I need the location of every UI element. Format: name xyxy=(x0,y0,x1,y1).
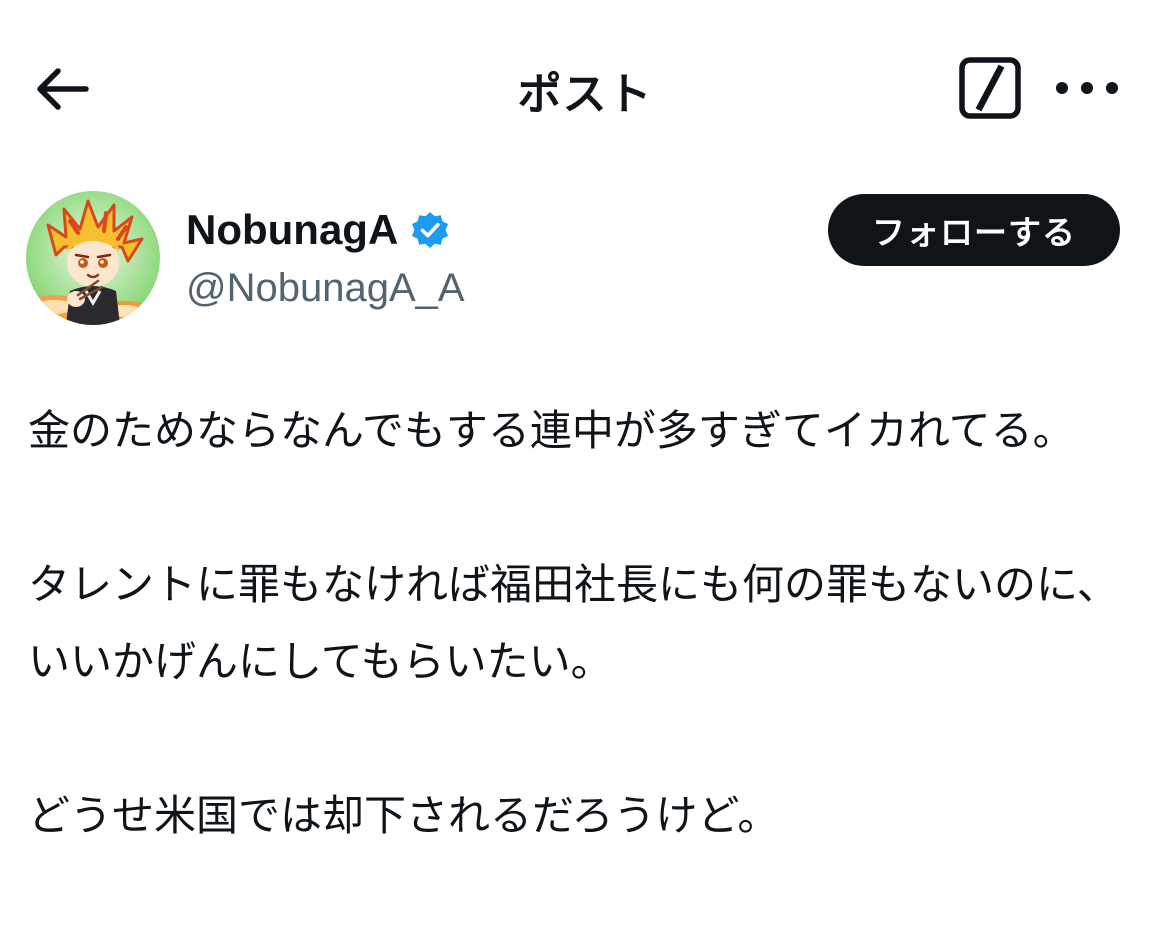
follow-button[interactable]: フォローする xyxy=(828,194,1120,266)
verified-badge-icon xyxy=(412,212,449,248)
grok-button[interactable] xyxy=(958,56,1022,120)
post-text: 金のためならなんでもする連中が多すぎてイカれてる。 タレントに罪もなければ福田社… xyxy=(28,392,1148,854)
author-handle[interactable]: @NobunagA_A xyxy=(186,266,465,311)
more-options-button[interactable] xyxy=(1052,64,1122,112)
grok-icon xyxy=(959,57,1021,119)
post-paragraph: どうせ米国では却下されるだろうけど。 xyxy=(28,791,780,840)
post-paragraph: 金のためならなんでもする連中が多すぎてイカれてる。 xyxy=(28,406,1075,455)
more-horizontal-icon xyxy=(1056,82,1118,94)
post-paragraph: タレントに罪もなければ福田社長にも何の罪もないのに、いいかげんにしてもらいたい。 xyxy=(28,560,1119,686)
display-name-row[interactable]: NobunagA xyxy=(186,206,450,254)
top-bar: ポスト xyxy=(0,0,1170,176)
avatar[interactable] xyxy=(26,191,160,325)
display-name: NobunagA xyxy=(186,206,399,253)
author-row: NobunagA @NobunagA_A フォローする xyxy=(0,176,1170,346)
